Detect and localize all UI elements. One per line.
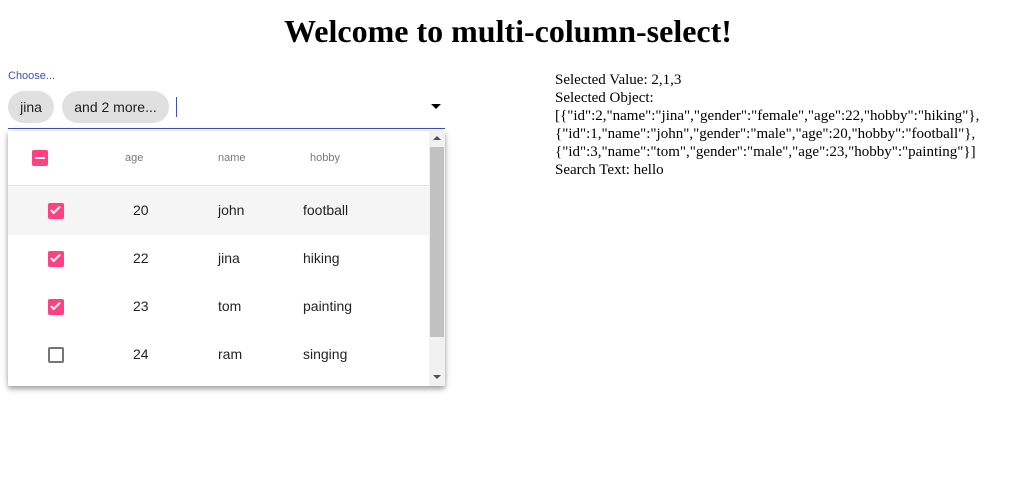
header-name[interactable]: name [218, 152, 246, 164]
check-icon [50, 251, 61, 263]
page-title: Welcome to multi-column-select! [284, 13, 732, 49]
selected-object-line: [{"id":2,"name":"jina","gender":"female"… [555, 108, 980, 124]
cell-name: jina [218, 250, 240, 266]
scrollbar[interactable] [429, 131, 445, 386]
row-checkbox[interactable] [48, 347, 64, 363]
cell-age: 22 [133, 250, 149, 266]
table-header: age name hobby [8, 131, 429, 186]
selection-info: Selected Value: 2,1,3 Selected Object: [… [555, 71, 1010, 179]
selected-object-line: {"id":3,"name":"tom","gender":"male","ag… [555, 144, 976, 160]
select-underline [8, 128, 445, 129]
selected-object-line: {"id":1,"name":"john","gender":"male","a… [555, 126, 976, 142]
selected-object-label: Selected Object: [555, 90, 654, 106]
chip-more[interactable]: and 2 more... [62, 91, 169, 123]
cell-age: 20 [133, 202, 149, 218]
cell-age: 23 [133, 298, 149, 314]
cell-hobby: singing [303, 346, 348, 362]
row-checkbox[interactable] [48, 299, 64, 315]
cell-name: ram [218, 346, 243, 362]
minus-icon [35, 157, 45, 159]
scroll-up-arrow-icon[interactable] [433, 136, 441, 140]
check-icon [50, 299, 61, 311]
cell-name: john [218, 202, 245, 218]
options-panel: age name hobby 20 john football 22 jina … [8, 131, 445, 386]
cell-hobby: painting [303, 298, 353, 314]
select-all-checkbox[interactable] [32, 150, 48, 166]
search-text: Search Text: hello [555, 162, 664, 178]
dropdown-arrow-icon[interactable] [431, 104, 441, 109]
table-row[interactable]: 24 ram singing [8, 331, 429, 379]
row-checkbox[interactable] [48, 203, 64, 219]
check-icon [50, 203, 61, 215]
selected-value-text: Selected Value: 2,1,3 [555, 72, 682, 88]
table-row[interactable]: 23 tom painting [8, 283, 429, 331]
search-input[interactable] [176, 97, 421, 117]
header-age[interactable]: age [125, 152, 143, 164]
cell-name: tom [218, 298, 242, 314]
header-hobby[interactable]: hobby [310, 152, 340, 164]
scroll-down-arrow-icon[interactable] [433, 375, 441, 379]
chip-jina[interactable]: jina [8, 91, 54, 123]
cell-hobby: hiking [303, 250, 340, 266]
cell-hobby: football [303, 202, 349, 218]
cell-age: 24 [133, 346, 149, 362]
scroll-thumb[interactable] [430, 147, 444, 337]
select-label: Choose... [8, 70, 56, 82]
row-checkbox[interactable] [48, 251, 64, 267]
table-row[interactable]: 20 john football [8, 187, 429, 235]
table-row[interactable]: 22 jina hiking [8, 235, 429, 283]
